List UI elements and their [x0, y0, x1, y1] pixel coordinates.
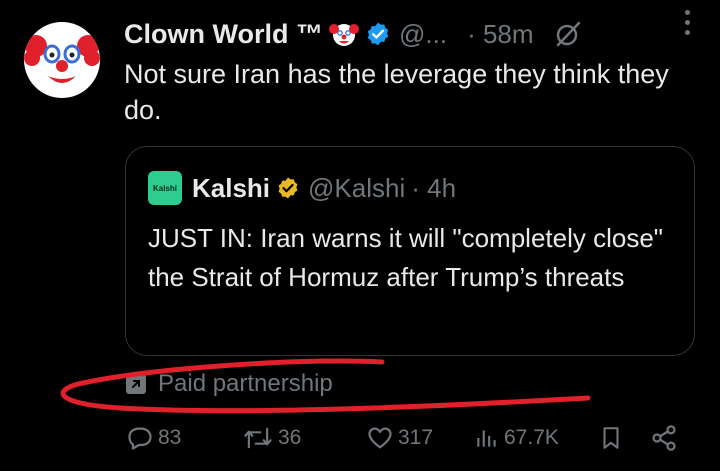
retweet-icon — [244, 427, 272, 449]
author-handle[interactable]: @... — [399, 19, 447, 50]
like-count: 317 — [398, 426, 434, 449]
more-options-icon[interactable] — [685, 10, 690, 35]
kalshi-logo[interactable]: Kalshi — [148, 171, 182, 205]
grok-icon[interactable] — [554, 20, 582, 48]
clown-face-icon — [24, 32, 100, 92]
action-bar: 83 36 317 67.7K — [126, 421, 696, 455]
retweet-count: 36 — [278, 426, 302, 449]
tweet-timestamp[interactable]: · 58m — [467, 19, 533, 50]
clown-emoji-icon — [328, 19, 359, 49]
author-name[interactable]: Clown World ™ — [124, 19, 323, 50]
gold-verified-badge-icon[interactable] — [276, 176, 300, 200]
like-button[interactable]: 317 — [366, 424, 433, 452]
view-count: 67.7K — [504, 426, 559, 449]
reply-count: 83 — [158, 426, 182, 449]
tweet[interactable]: Clown World ™ @... · 58m Not sure Iran h… — [0, 0, 720, 471]
bookmark-icon — [603, 427, 619, 449]
avatar[interactable] — [24, 22, 100, 98]
views-chart-icon — [477, 430, 496, 447]
verified-badge-icon[interactable] — [365, 21, 391, 47]
quote-author-name[interactable]: Kalshi — [192, 173, 270, 204]
share-icon — [652, 425, 676, 451]
reply-button[interactable]: 83 — [126, 424, 181, 452]
share-button[interactable] — [650, 424, 682, 452]
quote-timestamp[interactable]: · 4h — [411, 173, 456, 204]
paid-partnership-label[interactable]: Paid partnership — [126, 370, 333, 398]
heart-icon — [368, 427, 392, 449]
tweet-header: Clown World ™ @... · 58m — [124, 14, 704, 54]
quoted-tweet[interactable]: Kalshi Kalshi @Kalshi · 4h JUST IN: Iran… — [125, 146, 695, 356]
quote-header: Kalshi Kalshi @Kalshi · 4h — [148, 171, 456, 205]
paid-partnership-text: Paid partnership — [158, 370, 333, 397]
bookmark-button[interactable] — [598, 424, 628, 452]
quote-text: JUST IN: Iran warns it will "completely … — [148, 223, 664, 292]
reply-icon — [128, 427, 152, 450]
retweet-button[interactable]: 36 — [242, 424, 301, 452]
arrow-up-right-icon — [126, 374, 146, 394]
tweet-text: Not sure Iran has the leverage they thin… — [124, 59, 669, 125]
views-button[interactable]: 67.7K — [474, 425, 559, 451]
quote-author-handle[interactable]: @Kalshi — [308, 173, 405, 204]
